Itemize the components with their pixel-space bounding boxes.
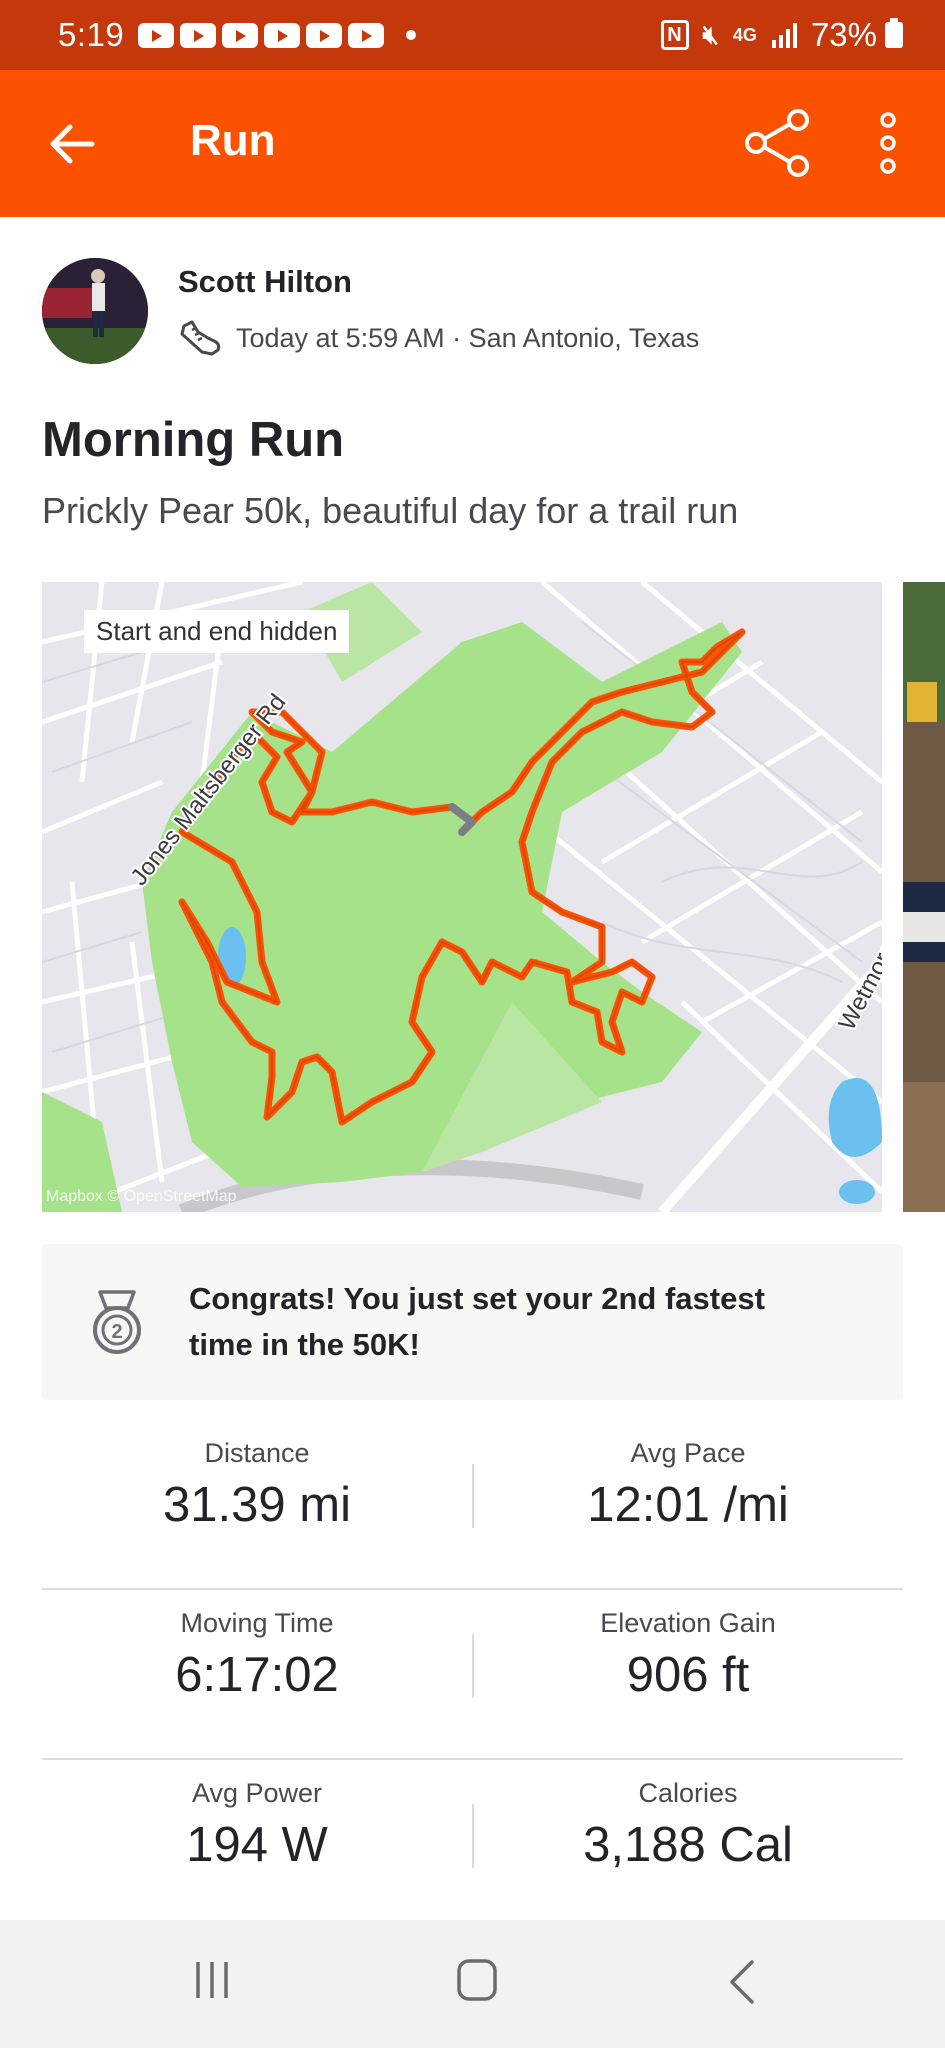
stat-elevation-gain: Elevation Gain 906 ft <box>473 1608 903 1703</box>
stat-value: 194 W <box>186 1818 328 1872</box>
stat-calories: Calories 3,188 Cal <box>473 1778 903 1873</box>
route-map[interactable]: Jones Maltsberger Rd Wetmore Start and e… <box>42 582 882 1212</box>
achievement-banner[interactable]: 2 Congrats! You just set your 2nd fastes… <box>42 1244 903 1400</box>
stats-row: Moving Time 6:17:02 Elevation Gain 906 f… <box>42 1590 903 1760</box>
signal-icon <box>771 23 797 48</box>
youtube-icon <box>138 22 175 48</box>
back-icon[interactable] <box>726 1958 758 2006</box>
activity-title: Morning Run <box>42 413 345 467</box>
timestamp-location: Today at 5:59 AM · San Antonio, Texas <box>236 322 700 353</box>
more-notifications-dot <box>406 30 417 40</box>
stat-label: Moving Time <box>180 1608 334 1638</box>
youtube-icon <box>348 22 385 48</box>
stats-row: Distance 31.39 mi Avg Pace 12:01 /mi <box>42 1420 903 1590</box>
stat-value: 906 ft <box>626 1648 750 1702</box>
mute-icon: 🔇︎ <box>702 19 719 49</box>
nfc-icon: N <box>660 20 689 50</box>
status-right: N 🔇︎ 4G 73% <box>660 16 903 54</box>
stat-distance: Distance 31.39 mi <box>42 1438 472 1533</box>
stat-avg-pace: Avg Pace 12:01 /mi <box>473 1438 903 1533</box>
recents-icon[interactable] <box>192 1958 232 2002</box>
system-nav-bar <box>0 1920 945 2048</box>
activity-meta: Today at 5:59 AM · San Antonio, Texas <box>178 318 699 358</box>
achievement-text: Congrats! You just set your 2nd fastest … <box>189 1281 765 1362</box>
stat-avg-power: Avg Power 194 W <box>42 1778 472 1873</box>
stat-label: Calories <box>638 1778 738 1808</box>
activity-description: Prickly Pear 50k, beautiful day for a tr… <box>42 490 739 531</box>
youtube-icon <box>180 22 217 48</box>
stat-value: 6:17:02 <box>175 1648 339 1702</box>
stat-value: 31.39 mi <box>163 1478 351 1532</box>
youtube-icon <box>306 22 343 48</box>
athlete-name[interactable]: Scott Hilton <box>178 264 352 300</box>
medal-number: 2 <box>111 1321 122 1343</box>
page-title: Run <box>190 116 276 165</box>
stat-label: Distance <box>204 1438 310 1468</box>
stats-grid: Distance 31.39 mi Avg Pace 12:01 /mi Mov… <box>42 1420 903 1930</box>
medal-icon: 2 <box>93 1290 141 1354</box>
status-bar: 5:19 N 🔇︎ 4G 73% <box>0 0 945 70</box>
home-icon[interactable] <box>456 1958 498 2002</box>
stat-label: Avg Pace <box>630 1438 746 1468</box>
arrow-left-icon[interactable] <box>42 114 102 174</box>
stats-row: Avg Power 194 W Calories 3,188 Cal <box>42 1760 903 1930</box>
share-icon[interactable] <box>742 108 812 178</box>
stat-label: Elevation Gain <box>600 1608 776 1638</box>
privacy-chip: Start and end hidden <box>84 610 350 653</box>
youtube-icon <box>222 22 259 48</box>
network-type: 4G <box>732 24 757 45</box>
stat-value: 12:01 /mi <box>587 1478 789 1532</box>
more-vertical-icon[interactable] <box>868 110 908 176</box>
run-shoe-icon <box>180 320 221 356</box>
youtube-icon <box>264 22 301 48</box>
stat-moving-time: Moving Time 6:17:02 <box>42 1608 472 1703</box>
app-bar: Run <box>0 70 945 217</box>
stat-value: 3,188 Cal <box>583 1818 793 1872</box>
avatar[interactable] <box>42 258 148 364</box>
battery-icon <box>885 18 903 48</box>
status-time: 5:19 <box>58 16 125 53</box>
stat-label: Avg Power <box>191 1778 323 1808</box>
map-attribution[interactable]: Mapbox © OpenStreetMap <box>46 1188 237 1206</box>
activity-photo[interactable] <box>903 582 945 1212</box>
battery-percent: 73% <box>810 16 877 53</box>
notification-icons <box>138 22 385 48</box>
